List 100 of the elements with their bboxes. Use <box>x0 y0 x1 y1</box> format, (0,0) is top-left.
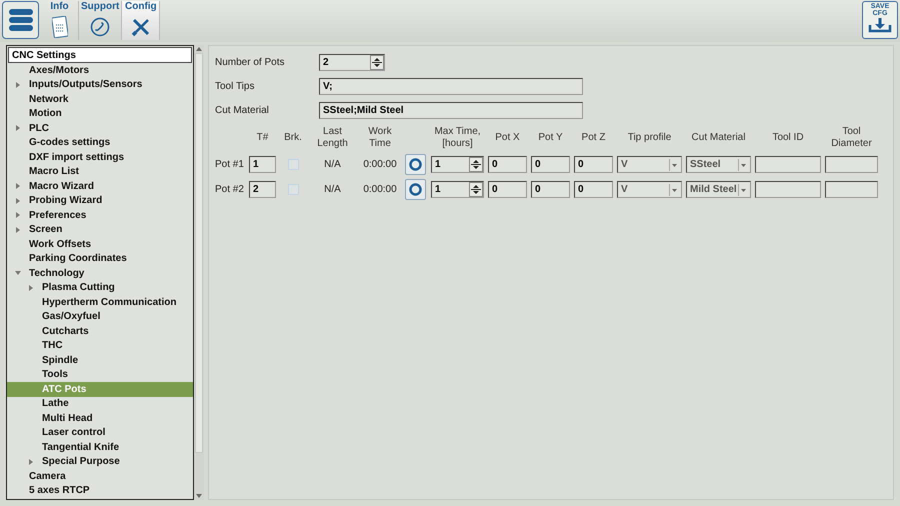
tree-item[interactable]: Macro Wizard <box>7 179 193 194</box>
tree-item[interactable]: Laser control <box>7 426 193 440</box>
tree-item[interactable]: Probing Wizard <box>7 194 193 208</box>
phone-icon <box>90 16 110 36</box>
tree-item[interactable]: DXF import settings <box>7 150 193 164</box>
number-field[interactable]: 0 <box>488 181 527 198</box>
caret-icon[interactable] <box>15 183 21 190</box>
tree-item[interactable]: Tangential Knife <box>7 440 193 454</box>
tree-item[interactable]: Tools <box>7 368 193 382</box>
card-icon <box>52 16 68 38</box>
number-field[interactable]: 1 <box>249 156 276 173</box>
ring-icon <box>409 158 422 171</box>
tree-item[interactable]: Plasma Cutting <box>7 280 193 295</box>
scroll-down-icon[interactable] <box>195 492 203 500</box>
tab[interactable]: Info <box>41 1 79 40</box>
scrollbar[interactable] <box>194 45 204 500</box>
caret-icon[interactable] <box>28 458 34 465</box>
tree-item[interactable]: Inputs/Outputs/Sensors <box>7 78 193 92</box>
column-header: Brk. <box>283 132 303 144</box>
dropdown[interactable]: V <box>617 181 682 198</box>
caret-icon[interactable] <box>15 270 21 276</box>
spinner-field[interactable]: 1 <box>431 181 484 198</box>
spinner-field[interactable]: 2 <box>319 54 385 70</box>
text-field[interactable] <box>825 181 878 198</box>
text-field[interactable] <box>755 181 821 198</box>
caret-icon[interactable] <box>15 212 21 218</box>
scroll-thumb[interactable] <box>195 53 203 453</box>
field-label: Tool Tips <box>215 80 256 94</box>
number-field[interactable]: 2 <box>249 181 276 198</box>
dropdown[interactable]: Mild Steel <box>686 181 751 198</box>
text-field[interactable]: V; <box>319 78 583 94</box>
column-header: Max Time, [hours] <box>433 126 482 150</box>
spinner-arrows-icon <box>469 182 483 197</box>
last-length: N/A <box>323 183 342 197</box>
dropdown[interactable]: SSteel <box>686 156 751 173</box>
number-field[interactable]: 0 <box>531 181 570 198</box>
column-header: Tool Diameter <box>830 126 873 150</box>
download-icon <box>868 17 892 33</box>
spinner-field[interactable]: 1 <box>431 156 484 173</box>
tree-item[interactable]: Parking Coordinates <box>7 252 193 266</box>
column-header: Tool ID <box>771 132 805 144</box>
row-label: Pot #1 <box>215 158 245 172</box>
tree-item[interactable]: Lathe <box>7 396 193 411</box>
tree-item[interactable]: Multi Head <box>7 411 193 426</box>
spinner-arrows-icon <box>370 54 384 70</box>
tree-item[interactable]: Camera <box>7 469 193 484</box>
tree-item[interactable]: Special Purpose <box>7 454 193 469</box>
column-header: T# <box>256 132 270 144</box>
caret-icon <box>738 184 748 196</box>
menu-button[interactable] <box>2 1 39 39</box>
field-label: Number of Pots <box>215 56 286 70</box>
tree-item[interactable]: Spindle <box>7 353 193 368</box>
number-field[interactable]: 0 <box>488 156 527 173</box>
work-time: 0:00:00 <box>362 183 398 197</box>
tree-item[interactable]: Work Offsets <box>7 237 193 252</box>
caret-icon[interactable] <box>15 226 21 233</box>
row-label: Pot #2 <box>215 183 245 197</box>
text-field[interactable]: SSteel;Mild Steel <box>319 102 583 118</box>
column-header: Pot Z <box>580 132 606 144</box>
tree-item[interactable]: Motion <box>7 106 193 121</box>
tree-item[interactable]: Macro List <box>7 164 193 179</box>
caret-icon[interactable] <box>15 82 21 88</box>
column-header: Tip profile <box>626 132 672 144</box>
tree-item[interactable]: THC <box>7 338 193 353</box>
tree-item[interactable]: Gas/Oxyfuel <box>7 310 193 324</box>
column-header: Cut Material <box>690 132 746 144</box>
caret-icon[interactable] <box>28 284 34 291</box>
reset-button[interactable] <box>405 154 426 175</box>
number-field[interactable]: 0 <box>531 156 570 173</box>
caret-icon[interactable] <box>15 125 21 132</box>
tree-item[interactable]: Hypertherm Communication <box>7 295 193 310</box>
checkbox[interactable] <box>288 159 298 170</box>
column-header: Work Time <box>367 126 393 150</box>
tree-item[interactable]: Cutcharts <box>7 324 193 338</box>
caret-icon[interactable] <box>15 198 21 204</box>
tree-header: CNC Settings <box>8 47 192 63</box>
caret-icon <box>669 158 679 170</box>
menu-icon <box>8 7 34 33</box>
tree-item[interactable]: PLC <box>7 121 193 136</box>
checkbox[interactable] <box>288 184 298 195</box>
reset-button[interactable] <box>405 179 426 200</box>
number-field[interactable]: 0 <box>574 156 613 173</box>
tree-item[interactable]: G-codes settings <box>7 136 193 150</box>
column-header: Last Length <box>316 126 349 150</box>
number-field[interactable]: 0 <box>574 181 613 198</box>
tree-item[interactable]: Technology <box>7 266 193 280</box>
caret-icon <box>669 184 679 196</box>
spinner-arrows-icon <box>469 157 483 172</box>
last-length: N/A <box>323 158 342 172</box>
tab[interactable]: Config <box>122 1 160 40</box>
dropdown[interactable]: V <box>617 156 682 173</box>
tree-item[interactable]: Preferences <box>7 208 193 222</box>
tree-item[interactable]: Network <box>7 92 193 106</box>
tree-item[interactable]: Axes/Motors <box>7 63 193 78</box>
column-header: Pot Y <box>537 132 564 144</box>
tree-item[interactable]: 5 axes RTCP <box>7 484 193 498</box>
text-field[interactable] <box>825 156 878 173</box>
work-time: 0:00:00 <box>362 158 398 172</box>
text-field[interactable] <box>755 156 821 173</box>
tree-item[interactable]: Screen <box>7 222 193 237</box>
